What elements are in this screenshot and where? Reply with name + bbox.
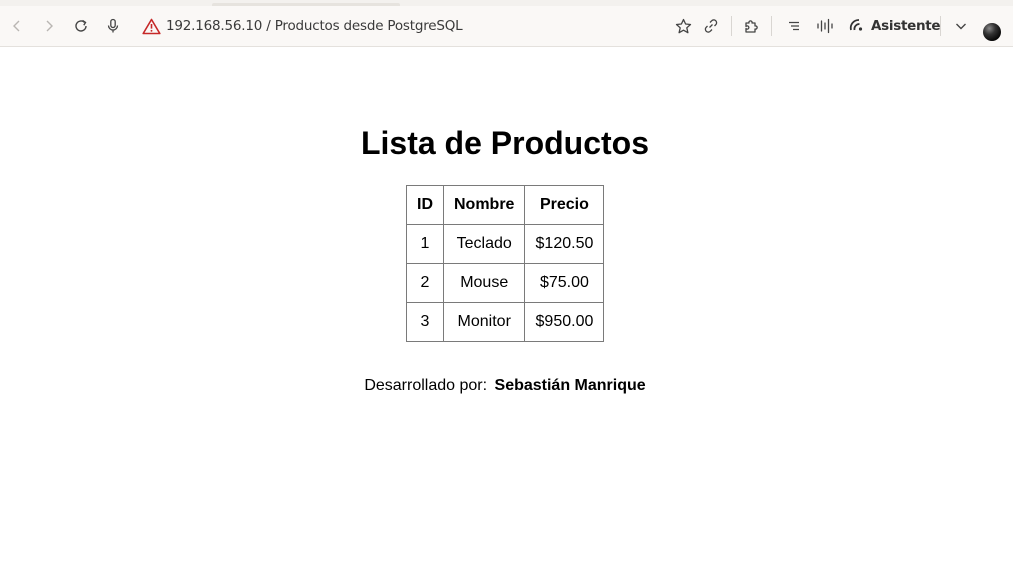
toolbar-divider [771,16,772,36]
back-arrow-icon[interactable] [5,14,29,38]
cell-id: 2 [406,263,444,303]
cell-nombre: Mouse [442,263,526,303]
audio-wave-icon[interactable] [813,14,837,38]
products-table: ID Nombre Precio 1 Teclado $120.50 2 Mou… [406,185,605,342]
profile-avatar[interactable] [983,23,1001,41]
assistant-button[interactable]: Asistente [848,14,941,38]
star-icon[interactable] [671,14,695,38]
credit-author: Sebastián Manrique [494,377,646,394]
cell-precio: $120.50 [524,224,605,264]
reader-mode-icon[interactable] [782,14,806,38]
cell-nombre: Monitor [442,302,526,342]
header-precio: Precio [524,185,605,225]
cell-precio: $950.00 [524,302,605,342]
reload-icon[interactable] [69,14,93,38]
table-row: 2 Mouse $75.00 [406,263,605,303]
cell-precio: $75.00 [524,263,605,303]
table-header-row: ID Nombre Precio [406,185,605,225]
cell-nombre: Teclado [442,224,526,264]
url-text[interactable]: 192.168.56.10 / Productos desde PostgreS… [166,18,463,34]
developer-credit: Desarrollado por: Sebastián Manrique [0,377,1010,395]
forward-arrow-icon[interactable] [37,14,61,38]
chevron-down-icon[interactable] [949,14,973,38]
address-bar[interactable]: 192.168.56.10 / Productos desde PostgreS… [140,14,660,38]
assistant-label: Asistente [871,18,941,34]
toolbar-divider [940,16,941,36]
puzzle-icon[interactable] [739,14,763,38]
cell-id: 1 [406,224,444,264]
table-row: 1 Teclado $120.50 [406,224,605,264]
toolbar-divider [731,16,732,36]
header-nombre: Nombre [442,185,526,225]
warning-triangle-icon[interactable] [140,15,162,37]
link-icon[interactable] [699,14,723,38]
browser-toolbar: 192.168.56.10 / Productos desde PostgreS… [0,6,1013,47]
microphone-icon[interactable] [101,14,125,38]
credit-label: Desarrollado por: [364,377,488,394]
assistant-icon [848,16,865,37]
page-content: Lista de Productos ID Nombre Precio 1 Te… [0,47,1013,584]
cell-id: 3 [406,302,444,342]
page-title: Lista de Productos [360,125,650,161]
table-row: 3 Monitor $950.00 [406,302,605,342]
header-id: ID [406,185,444,225]
